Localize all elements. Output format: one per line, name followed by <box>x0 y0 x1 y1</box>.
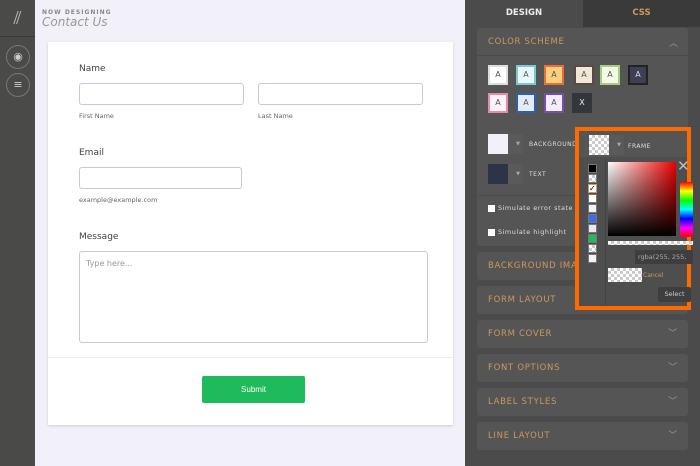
frame-color-picker: ▼ FRAME ✓ ✕ rgba(255, 255, Cancel Select <box>575 127 693 310</box>
section-line-layout[interactable]: LINE LAYOUT ﹀ <box>477 422 688 450</box>
scheme-swatch[interactable]: A <box>516 65 536 85</box>
frame-color-button[interactable]: ▼ <box>589 135 624 155</box>
scheme-swatch[interactable]: A <box>574 65 594 85</box>
scheme-swatch[interactable]: A <box>544 65 564 85</box>
palette-swatch[interactable] <box>588 254 597 263</box>
scheme-swatch[interactable]: A <box>516 93 536 113</box>
custom-scheme-button[interactable]: X <box>572 93 592 113</box>
scheme-swatch[interactable]: A <box>488 93 508 113</box>
message-label: Message <box>79 232 119 242</box>
hue-slider[interactable] <box>680 182 693 237</box>
palette-swatch[interactable] <box>588 214 597 223</box>
divider <box>48 357 453 358</box>
last-name-input[interactable] <box>258 83 423 105</box>
form-title[interactable]: Contact Us <box>42 15 108 29</box>
chevron-down-icon: ﹀ <box>668 329 678 339</box>
scheme-swatch[interactable]: A <box>628 65 648 85</box>
email-hint: example@example.com <box>79 196 158 204</box>
palette-swatch[interactable] <box>588 164 597 173</box>
palette-swatch[interactable] <box>588 224 597 233</box>
section-label: FONT OPTIONS <box>488 363 561 373</box>
first-name-sublabel: First Name <box>79 112 114 120</box>
close-icon[interactable]: ✕ <box>677 159 690 174</box>
first-name-input[interactable] <box>79 83 244 105</box>
chevron-up-icon[interactable]: ︿ <box>669 36 678 49</box>
message-placeholder: Type here... <box>86 259 133 268</box>
simulate-error-checkbox[interactable] <box>488 205 495 212</box>
color-scheme-title[interactable]: COLOR SCHEME <box>488 37 565 47</box>
design-panel: DESIGN CSS COLOR SCHEME ︿ A A A A A A A … <box>465 0 700 466</box>
section-font-options[interactable]: FONT OPTIONS ﹀ <box>477 354 688 382</box>
tab-css[interactable]: CSS <box>583 0 700 27</box>
email-input[interactable] <box>79 167 242 189</box>
scheme-swatch[interactable]: A <box>544 93 564 113</box>
chevron-down-icon: ﹀ <box>668 431 678 441</box>
palette-swatch[interactable] <box>588 174 597 183</box>
last-name-sublabel: Last Name <box>258 112 293 120</box>
section-form-cover[interactable]: FORM COVER ﹀ <box>477 320 688 348</box>
email-label: Email <box>79 148 104 158</box>
text-label: TEXT <box>529 171 547 178</box>
simulate-highlight-label: Simulate highlight <box>498 228 567 236</box>
divider <box>477 55 688 56</box>
background-color-button[interactable]: ▼ <box>488 134 523 154</box>
palette-swatch-selected[interactable]: ✓ <box>588 184 597 193</box>
cancel-link[interactable]: Cancel <box>643 272 663 279</box>
color-preview <box>608 268 642 282</box>
text-color-button[interactable]: ▼ <box>488 164 523 184</box>
background-label: BACKGROUND <box>529 141 578 148</box>
section-label: LABEL STYLES <box>488 397 558 407</box>
alpha-slider[interactable] <box>608 241 693 245</box>
form-card: Name First Name Last Name Email example@… <box>48 42 453 425</box>
preview-eye-icon[interactable]: ◉ <box>6 45 30 69</box>
simulate-highlight-checkbox[interactable] <box>488 229 495 236</box>
simulate-error-label: Simulate error state <box>498 204 574 212</box>
scheme-swatch[interactable]: A <box>488 65 508 85</box>
message-textarea[interactable]: Type here... <box>79 251 428 343</box>
chevron-down-icon: ﹀ <box>668 363 678 373</box>
saturation-area[interactable] <box>608 162 676 236</box>
divider <box>605 158 606 306</box>
chevron-down-icon: ﹀ <box>668 397 678 407</box>
section-label-styles[interactable]: LABEL STYLES ﹀ <box>477 388 688 416</box>
color-value-input[interactable]: rgba(255, 255, <box>635 250 693 264</box>
section-label: FORM LAYOUT <box>488 295 557 305</box>
left-toolbar: ⫽ ◉ ≡ <box>0 0 35 466</box>
palette-swatch[interactable] <box>588 204 597 213</box>
logo-icon: ⫽ <box>0 0 35 37</box>
palette-swatch[interactable] <box>588 194 597 203</box>
section-label: FORM COVER <box>488 329 553 339</box>
submit-button[interactable]: Submit <box>202 376 305 403</box>
section-label: LINE LAYOUT <box>488 431 551 441</box>
tab-design[interactable]: DESIGN <box>465 0 583 27</box>
frame-label: FRAME <box>628 143 651 150</box>
palette-swatch[interactable] <box>588 234 597 243</box>
scheme-swatch[interactable]: A <box>600 65 620 85</box>
select-button[interactable]: Select <box>658 287 691 302</box>
name-label: Name <box>79 64 106 74</box>
menu-icon[interactable]: ≡ <box>6 73 30 97</box>
palette-swatch[interactable] <box>588 244 597 253</box>
